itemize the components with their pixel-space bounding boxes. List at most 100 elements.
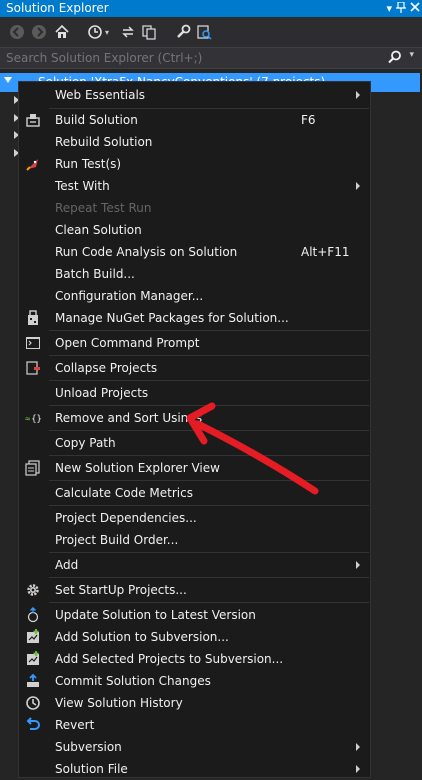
menu-separator [49, 505, 369, 506]
menu-separator [49, 602, 369, 603]
gear-icon [25, 582, 41, 598]
search-options-icon[interactable]: ▾ [409, 50, 414, 60]
menu-item-clean-solution[interactable]: Clean Solution [19, 219, 370, 241]
menu-item-configuration-manager[interactable]: Configuration Manager... [19, 285, 370, 307]
menu-item-run-tests[interactable]: Run Test(s) [19, 153, 370, 175]
sort-usings-icon: ≈{} [25, 410, 41, 426]
forward-icon[interactable] [30, 23, 48, 41]
svg-text:{}: {} [31, 415, 41, 425]
search-icon[interactable] [388, 50, 402, 67]
add-svn-icon [25, 629, 41, 645]
search-input[interactable] [6, 50, 376, 66]
menu-item-solution-file[interactable]: Solution File [19, 758, 370, 780]
rocket-icon [25, 156, 41, 172]
window-title: Solution Explorer [6, 1, 109, 15]
menu-item-label: Add Solution to Subversion... [55, 630, 229, 644]
submenu-arrow-icon [356, 743, 360, 751]
menu-item-label: Revert [55, 718, 95, 732]
menu-item-label: Collapse Projects [55, 361, 158, 375]
menu-separator [49, 355, 369, 356]
menu-item-label: Solution File [55, 762, 128, 776]
menu-item-label: Set StartUp Projects... [55, 583, 187, 597]
menu-item-label: Rebuild Solution [55, 135, 153, 149]
menu-item-revert[interactable]: Revert [19, 714, 370, 736]
build-icon [25, 112, 41, 128]
menu-item-unload-projects[interactable]: Unload Projects [19, 382, 370, 404]
shortcut-text: Alt+F11 [301, 245, 350, 259]
menu-separator [49, 552, 369, 553]
menu-item-label: Project Build Order... [55, 533, 179, 547]
menu-item-label: Repeat Test Run [55, 201, 152, 215]
menu-separator [49, 405, 369, 406]
add-svn-projects-icon [25, 651, 41, 667]
expand-icon[interactable] [4, 77, 12, 83]
search-bar: ▾ [0, 47, 422, 69]
menu-item-label: Remove and Sort Usings [55, 411, 203, 425]
commit-icon [25, 673, 41, 689]
menu-item-project-build-order[interactable]: Project Build Order... [19, 529, 370, 551]
context-menu: Web Essentials Build Solution F6 Rebuild… [18, 81, 371, 778]
menu-item-label: Update Solution to Latest Version [55, 608, 256, 622]
menu-item-new-solution-explorer-view[interactable]: New Solution Explorer View [19, 457, 370, 479]
menu-item-add-solution-to-subversion[interactable]: Add Solution to Subversion... [19, 626, 370, 648]
menu-item-label: Copy Path [55, 436, 116, 450]
menu-item-web-essentials[interactable]: Web Essentials [19, 84, 370, 106]
menu-separator [49, 455, 369, 456]
submenu-arrow-icon [356, 182, 360, 190]
menu-item-label: View Solution History [55, 696, 183, 710]
menu-item-subversion[interactable]: Subversion [19, 736, 370, 758]
dropdown-icon[interactable]: ▾ [386, 2, 392, 15]
menu-item-commit-solution-changes[interactable]: Commit Solution Changes [19, 670, 370, 692]
menu-item-label: Web Essentials [55, 88, 146, 102]
command-prompt-icon [25, 335, 41, 351]
menu-item-label: Run Code Analysis on Solution [55, 245, 238, 259]
menu-item-label: Clean Solution [55, 223, 142, 237]
menu-item-label: Manage NuGet Packages for Solution... [55, 311, 289, 325]
nuget-icon [25, 310, 41, 326]
menu-item-batch-build[interactable]: Batch Build... [19, 263, 370, 285]
menu-item-repeat-test-run: Repeat Test Run [19, 197, 370, 219]
svg-text:≈: ≈ [25, 415, 30, 425]
menu-item-update-solution[interactable]: Update Solution to Latest Version [19, 604, 370, 626]
menu-item-manage-nuget[interactable]: Manage NuGet Packages for Solution... [19, 307, 370, 329]
sync-icon[interactable] [119, 23, 137, 41]
collapse-icon [25, 360, 41, 376]
revert-icon [25, 717, 41, 733]
menu-item-label: Calculate Code Metrics [55, 486, 193, 500]
menu-item-label: Project Dependencies... [55, 511, 197, 525]
menu-item-label: Configuration Manager... [55, 289, 204, 303]
menu-item-copy-path[interactable]: Copy Path [19, 432, 370, 454]
menu-item-build-solution[interactable]: Build Solution F6 [19, 109, 370, 131]
submenu-arrow-icon [356, 561, 360, 569]
pin-icon[interactable] [396, 0, 406, 16]
home-icon[interactable] [53, 23, 71, 41]
menu-item-label: Batch Build... [55, 267, 135, 281]
update-icon [25, 607, 41, 623]
close-icon[interactable] [410, 2, 420, 15]
submenu-arrow-icon [356, 765, 360, 773]
menu-item-add[interactable]: Add [19, 554, 370, 576]
menu-item-collapse-projects[interactable]: Collapse Projects [19, 357, 370, 379]
back-icon[interactable] [8, 23, 26, 41]
menu-item-calculate-code-metrics[interactable]: Calculate Code Metrics [19, 482, 370, 504]
menu-item-view-solution-history[interactable]: View Solution History [19, 692, 370, 714]
menu-item-run-code-analysis[interactable]: Run Code Analysis on Solution Alt+F11 [19, 241, 370, 263]
menu-item-label: Run Test(s) [55, 157, 122, 171]
menu-item-rebuild-solution[interactable]: Rebuild Solution [19, 131, 370, 153]
menu-item-label: Unload Projects [55, 386, 149, 400]
menu-item-add-selected-projects-to-subversion[interactable]: Add Selected Projects to Subversion... [19, 648, 370, 670]
submenu-arrow-icon [356, 91, 360, 99]
preview-icon[interactable] [195, 23, 213, 41]
new-view-icon [25, 460, 41, 476]
menu-item-remove-and-sort-usings[interactable]: ≈{} Remove and Sort Usings [19, 407, 370, 429]
properties-icon[interactable] [174, 23, 192, 41]
menu-item-test-with[interactable]: Test With [19, 175, 370, 197]
shortcut-text: F6 [301, 113, 316, 127]
show-all-files-icon[interactable] [140, 23, 158, 41]
menu-item-label: Subversion [55, 740, 122, 754]
menu-item-open-command-prompt[interactable]: Open Command Prompt [19, 332, 370, 354]
pending-dropdown-icon[interactable]: ▾ [102, 23, 112, 41]
menu-item-label: Commit Solution Changes [55, 674, 211, 688]
menu-item-project-dependencies[interactable]: Project Dependencies... [19, 507, 370, 529]
menu-item-set-startup-projects[interactable]: Set StartUp Projects... [19, 579, 370, 601]
